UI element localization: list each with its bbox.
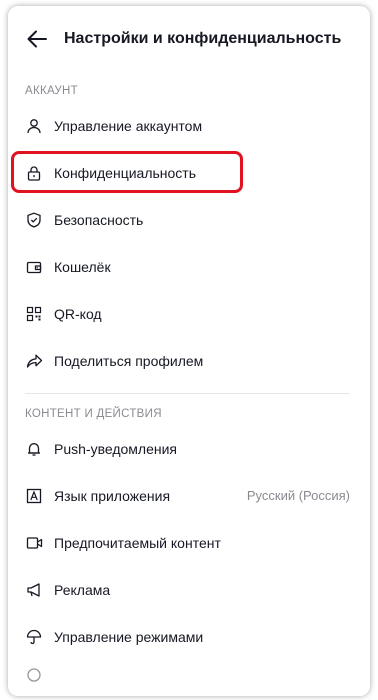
menu-item-security[interactable]: Безопасность bbox=[8, 196, 370, 243]
menu-item-label: Язык приложения bbox=[54, 487, 171, 504]
menu-item-label: Безопасность bbox=[54, 211, 144, 228]
menu-item-account-management[interactable]: Управление аккаунтом bbox=[8, 102, 370, 149]
menu-item-mode-management[interactable]: Управление режимами bbox=[8, 613, 370, 660]
menu-item-label: Push-уведомления bbox=[54, 440, 177, 457]
language-icon bbox=[25, 487, 43, 505]
page-title: Настройки и конфиденциальность bbox=[64, 30, 342, 47]
settings-screen: Настройки и конфиденциальность АККАУНТ У… bbox=[8, 6, 370, 696]
section-label-content: КОНТЕНТ И ДЕЙСТВИЯ bbox=[25, 408, 162, 420]
menu-item-qr-code[interactable]: QR-код bbox=[8, 290, 370, 337]
menu-item-share-profile[interactable]: Поделиться профилем bbox=[8, 337, 370, 384]
megaphone-icon bbox=[25, 581, 43, 599]
qr-code-icon bbox=[25, 305, 43, 323]
back-button[interactable] bbox=[26, 28, 48, 50]
menu-item-label: Кошелёк bbox=[54, 258, 111, 275]
arrow-left-icon bbox=[27, 30, 47, 48]
menu-item-label: Предпочитаемый контент bbox=[54, 534, 221, 551]
menu-item-push-notifications[interactable]: Push-уведомления bbox=[8, 425, 370, 472]
menu-item-ads[interactable]: Реклама bbox=[8, 566, 370, 613]
menu-item-label: QR-код bbox=[54, 305, 102, 322]
section-divider bbox=[25, 393, 350, 394]
language-value: Русский (Россия) bbox=[246, 488, 350, 503]
menu-item-app-language[interactable]: Язык приложения Русский (Россия) bbox=[8, 472, 370, 519]
menu-item-label: Поделиться профилем bbox=[54, 352, 204, 369]
video-icon bbox=[25, 534, 43, 552]
menu-item-privacy[interactable]: Конфиденциальность bbox=[8, 149, 370, 196]
umbrella-icon bbox=[25, 628, 43, 646]
bell-icon bbox=[25, 440, 43, 458]
section-label-account: АККАУНТ bbox=[25, 85, 78, 97]
person-icon bbox=[25, 117, 43, 135]
menu-item-label: Конфиденциальность bbox=[54, 164, 197, 181]
lock-icon bbox=[25, 164, 43, 182]
partial-icon bbox=[25, 666, 43, 684]
share-icon bbox=[25, 352, 43, 370]
menu-item-wallet[interactable]: Кошелёк bbox=[8, 243, 370, 290]
header: Настройки и конфиденциальность bbox=[8, 6, 370, 72]
shield-icon bbox=[25, 211, 43, 229]
menu-item-preferred-content[interactable]: Предпочитаемый контент bbox=[8, 519, 370, 566]
wallet-icon bbox=[25, 258, 43, 276]
menu-item-label: Реклама bbox=[54, 581, 111, 598]
menu-item-label: Управление режимами bbox=[54, 628, 204, 645]
menu-item-partially-hidden[interactable] bbox=[8, 660, 370, 690]
menu-item-label: Управление аккаунтом bbox=[54, 117, 203, 134]
